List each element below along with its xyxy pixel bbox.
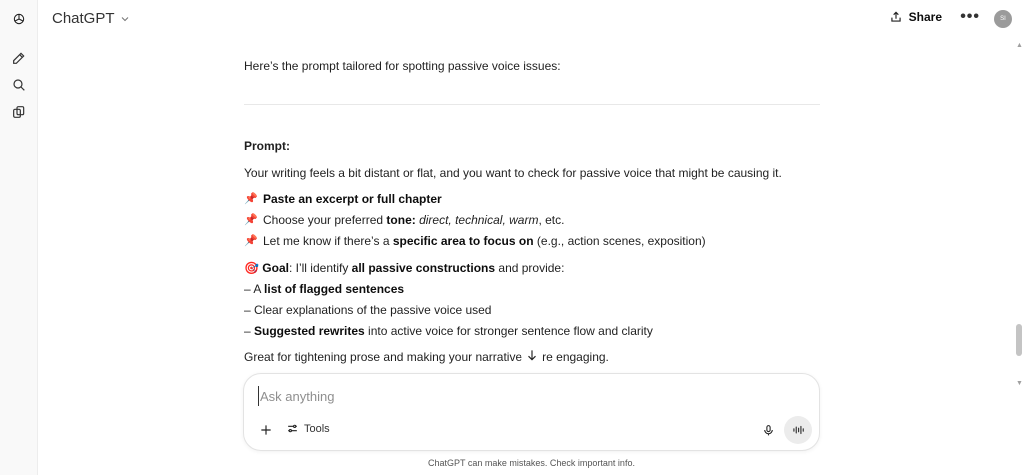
voice-mode-button[interactable] — [784, 416, 812, 444]
list-item: – A list of flagged sentences — [244, 279, 653, 300]
tools-button[interactable]: Tools — [286, 422, 330, 435]
add-attachment-button[interactable] — [258, 422, 274, 438]
scroll-down-icon[interactable]: ▼ — [1016, 380, 1023, 387]
scroll-thumb[interactable] — [1016, 324, 1022, 356]
prompt-input[interactable] — [258, 386, 738, 406]
more-options-button[interactable]: ••• — [960, 8, 980, 26]
item-bold: list of flagged sentences — [264, 282, 405, 296]
composer: Tools — [243, 373, 820, 451]
bullet-bold: Paste an excerpt or full chapter — [263, 192, 442, 206]
share-button[interactable]: Share — [889, 10, 942, 24]
chevron-down-icon — [121, 16, 128, 21]
microphone-icon — [763, 424, 773, 435]
goal-bold: Goal — [262, 261, 289, 275]
list-item: – Suggested rewrites into active voice f… — [244, 321, 653, 342]
model-name: ChatGPT — [52, 10, 115, 27]
pushpin-icon: 📌 — [244, 214, 258, 226]
pushpin-icon: 📌 — [244, 235, 258, 247]
library-icon[interactable] — [9, 102, 29, 122]
arrow-down-icon — [528, 350, 536, 361]
goal-line: 🎯 Goal: I’ll identify all passive constr… — [244, 258, 564, 279]
scroll-up-icon[interactable]: ▲ — [1016, 42, 1023, 49]
bullet-list: 📌 Paste an excerpt or full chapter 📌 Cho… — [244, 189, 706, 252]
left-rail — [0, 0, 38, 475]
list-item: – Clear explanations of the passive voic… — [244, 300, 653, 321]
item-text: into active voice for stronger sentence … — [364, 324, 653, 338]
bullet-text: , etc. — [538, 213, 565, 227]
scroll-to-bottom-button[interactable] — [521, 344, 543, 366]
model-selector[interactable]: ChatGPT — [52, 10, 131, 27]
item-text: – Clear explanations of the passive voic… — [244, 303, 492, 317]
disclaimer-text: ChatGPT can make mistakes. Check importa… — [428, 458, 635, 468]
tools-label: Tools — [304, 422, 330, 435]
item-text: – A — [244, 282, 265, 296]
list-item: 📌 Let me know if there’s a specific area… — [244, 231, 706, 252]
sliders-icon — [288, 424, 297, 433]
bullet-bold: tone: — [386, 213, 416, 227]
waveform-icon — [793, 425, 804, 435]
bullet-bold: specific area to focus on — [392, 234, 534, 248]
item-bold: Suggested rewrites — [254, 324, 365, 338]
share-icon — [890, 11, 901, 22]
closing-line: Great for tightening prose and making yo… — [244, 350, 609, 364]
bullet-text: Let me know if there’s a — [263, 234, 393, 248]
message-paragraph: Your writing feels a bit distant or flat… — [244, 166, 782, 180]
prompt-heading: Prompt: — [244, 139, 290, 153]
bullet-text: Choose your preferred — [263, 213, 387, 227]
openai-logo-icon[interactable] — [9, 9, 29, 29]
page-scrollbar[interactable]: ▲ ▼ — [1014, 40, 1024, 390]
list-item: 📌 Paste an excerpt or full chapter — [244, 189, 706, 210]
message-intro: Here’s the prompt tailored for spotting … — [244, 59, 561, 73]
dictate-button[interactable] — [760, 421, 776, 439]
bullet-text: (e.g., action scenes, exposition) — [533, 234, 706, 248]
item-text: – — [244, 324, 255, 338]
pushpin-icon: 📌 — [244, 193, 258, 205]
share-label: Share — [908, 10, 942, 24]
goal-bold: all passive constructions — [351, 261, 496, 275]
search-icon[interactable] — [9, 75, 29, 95]
dash-list: – A list of flagged sentences – Clear ex… — [244, 279, 653, 342]
new-chat-icon[interactable] — [9, 48, 29, 68]
list-item: 📌 Choose your preferred tone: direct, te… — [244, 210, 706, 231]
plus-icon — [261, 425, 271, 435]
top-header: ChatGPT Share ••• SI — [38, 0, 1024, 40]
goal-text: : I’ll identify — [288, 261, 352, 275]
divider — [244, 104, 820, 105]
avatar[interactable]: SI — [994, 10, 1012, 28]
bullet-italic: direct, technical, warm — [415, 213, 539, 227]
target-icon: 🎯 — [244, 261, 259, 275]
goal-text: and provide: — [495, 261, 565, 275]
